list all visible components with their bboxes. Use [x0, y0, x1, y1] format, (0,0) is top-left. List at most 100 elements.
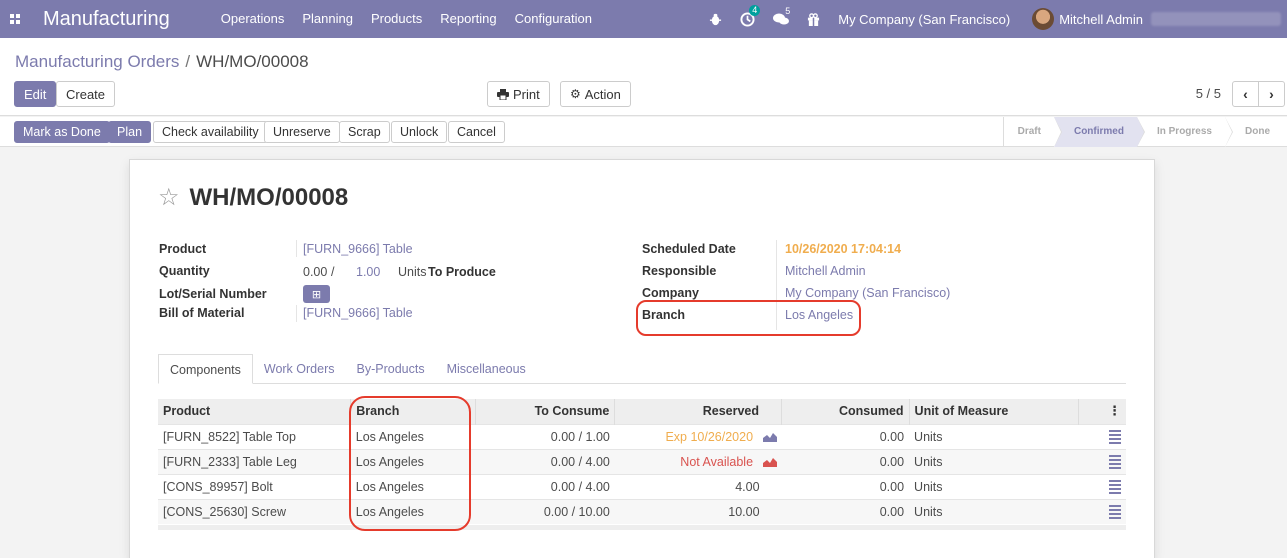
- column-header-consumed[interactable]: Consumed: [781, 399, 910, 424]
- mark-as-done-button[interactable]: Mark as Done: [14, 121, 110, 143]
- stage-pipeline: Draft Confirmed In Progress Done: [1002, 117, 1287, 147]
- main-menu: Operations Planning Products Reporting C…: [212, 0, 601, 38]
- activity-icon[interactable]: 4: [740, 4, 761, 27]
- scheduled-date-value[interactable]: 10/26/2020 17:04:14: [785, 242, 901, 256]
- messages-count-badge: 5: [785, 5, 791, 16]
- product-label: Product: [159, 242, 207, 256]
- column-header-branch[interactable]: Branch: [350, 399, 476, 424]
- row-product: [CONS_89957] Bolt: [158, 473, 351, 499]
- row-branch: Los Angeles: [350, 423, 476, 449]
- title-row: ☆ WH/MO/00008: [158, 184, 348, 212]
- app-title[interactable]: Manufacturing: [43, 8, 170, 31]
- chevron-left-icon: ‹: [1243, 86, 1248, 102]
- field-divider: [296, 240, 297, 257]
- create-button[interactable]: Create: [56, 81, 116, 107]
- control-panel: Manufacturing Orders / WH/MO/00008 Edit Cr…: [0, 38, 1287, 116]
- row-to-consume: 0.00 / 4.00: [475, 448, 615, 474]
- row-detail-cell: [1078, 498, 1126, 524]
- list-icon[interactable]: [1109, 454, 1121, 469]
- action-label: Action: [584, 86, 621, 102]
- row-reserved: 4.00: [614, 473, 782, 499]
- stage-confirmed[interactable]: Confirmed: [1053, 117, 1145, 147]
- column-header-uom[interactable]: Unit of Measure: [908, 399, 1079, 424]
- apps-menu-icon[interactable]: [0, 0, 30, 38]
- forecast-chart-icon[interactable]: [762, 432, 777, 443]
- print-label: Print: [513, 86, 540, 102]
- action-button[interactable]: ⚙ Action: [560, 81, 631, 107]
- company-value[interactable]: My Company (San Francisco): [785, 286, 950, 300]
- responsible-value[interactable]: Mitchell Admin: [785, 264, 866, 278]
- scrap-button[interactable]: Scrap: [339, 121, 390, 143]
- table-row[interactable]: [CONS_25630] Screw Los Angeles 0.00 / 10…: [158, 498, 1126, 524]
- list-icon[interactable]: [1109, 429, 1121, 444]
- row-branch: Los Angeles: [350, 473, 476, 499]
- list-icon[interactable]: [1109, 505, 1121, 520]
- tab-miscellaneous[interactable]: Miscellaneous: [436, 354, 537, 384]
- forecast-chart-icon[interactable]: [762, 457, 777, 468]
- tab-by-products[interactable]: By-Products: [346, 354, 436, 384]
- row-reserved-cell: Not Available: [614, 448, 782, 474]
- blurred-database-name: [1151, 12, 1281, 26]
- unlock-button[interactable]: Unlock: [391, 121, 448, 143]
- table-footer: [158, 525, 1126, 530]
- row-consumed: 0.00: [781, 448, 910, 474]
- branch-value[interactable]: Los Angeles: [785, 308, 853, 322]
- plan-button[interactable]: Plan: [108, 121, 152, 143]
- gift-icon[interactable]: [807, 12, 820, 26]
- bug-icon[interactable]: [709, 13, 722, 26]
- row-uom: Units: [909, 423, 1079, 449]
- lot-serial-button[interactable]: ⊞: [303, 285, 330, 303]
- row-reserved: Exp 10/26/2020: [665, 429, 754, 444]
- plus-square-icon: ⊞: [311, 288, 322, 301]
- form-sheet: ☆ WH/MO/00008 Product [FURN_9666] Table …: [129, 159, 1155, 558]
- quantity-uom: Units: [398, 265, 427, 279]
- edit-button[interactable]: Edit: [14, 81, 57, 107]
- print-icon: [497, 88, 509, 100]
- bom-value[interactable]: [FURN_9666] Table: [303, 306, 413, 320]
- cancel-button[interactable]: Cancel: [448, 121, 505, 143]
- row-to-consume: 0.00 / 10.00: [475, 498, 615, 524]
- menu-products[interactable]: Products: [362, 0, 431, 38]
- pager-value[interactable]: 5 / 5: [1196, 86, 1221, 101]
- column-header-reserved[interactable]: Reserved: [614, 399, 782, 424]
- menu-reporting[interactable]: Reporting: [431, 0, 505, 38]
- user-menu[interactable]: Mitchell Admin: [1032, 8, 1287, 30]
- stage-draft-label: Draft: [1017, 126, 1041, 137]
- stage-in-progress-label: In Progress: [1156, 126, 1212, 137]
- table-row[interactable]: [FURN_8522] Table Top Los Angeles 0.00 /…: [158, 423, 1126, 449]
- row-uom: Units: [909, 473, 1079, 499]
- print-button[interactable]: Print: [487, 81, 550, 107]
- column-header-to-consume[interactable]: To Consume: [474, 399, 615, 424]
- column-header-product[interactable]: Product: [158, 399, 351, 424]
- quantity-total[interactable]: 1.00: [356, 265, 380, 279]
- company-switcher[interactable]: My Company (San Francisco): [838, 12, 1010, 27]
- menu-operations[interactable]: Operations: [212, 0, 294, 38]
- pager-next-button[interactable]: ›: [1258, 81, 1285, 107]
- tab-work-orders[interactable]: Work Orders: [253, 354, 346, 384]
- messages-icon[interactable]: 5: [773, 6, 790, 26]
- systray: 4 5 My Company (San Francisco) Mitchell …: [691, 0, 1287, 38]
- breadcrumb-parent[interactable]: Manufacturing Orders: [15, 52, 179, 71]
- bom-label: Bill of Material: [159, 306, 245, 320]
- row-reserved: Not Available: [680, 454, 754, 469]
- list-icon[interactable]: [1109, 479, 1121, 494]
- table-row[interactable]: [FURN_2333] Table Leg Los Angeles 0.00 /…: [158, 448, 1126, 474]
- menu-planning[interactable]: Planning: [293, 0, 362, 38]
- column-options-icon[interactable]: ⋮: [1078, 399, 1126, 424]
- check-availability-button[interactable]: Check availability: [153, 121, 268, 143]
- menu-configuration[interactable]: Configuration: [506, 0, 601, 38]
- row-branch: Los Angeles: [350, 498, 476, 524]
- star-icon[interactable]: ☆: [158, 186, 180, 210]
- pager-previous-button[interactable]: ‹: [1232, 81, 1259, 107]
- row-product: [CONS_25630] Screw: [158, 498, 351, 524]
- stage-done[interactable]: Done: [1225, 117, 1287, 147]
- table-row[interactable]: [CONS_89957] Bolt Los Angeles 0.00 / 4.0…: [158, 473, 1126, 499]
- tab-components[interactable]: Components: [158, 354, 253, 384]
- stage-in-progress[interactable]: In Progress: [1137, 117, 1233, 147]
- stage-draft[interactable]: Draft: [1004, 117, 1062, 147]
- quantity-produced: 0.00: [303, 265, 328, 279]
- breadcrumb-separator: /: [185, 52, 191, 71]
- activity-count-badge: 4: [749, 4, 761, 16]
- unreserve-button[interactable]: Unreserve: [264, 121, 340, 143]
- product-value[interactable]: [FURN_9666] Table: [303, 242, 413, 256]
